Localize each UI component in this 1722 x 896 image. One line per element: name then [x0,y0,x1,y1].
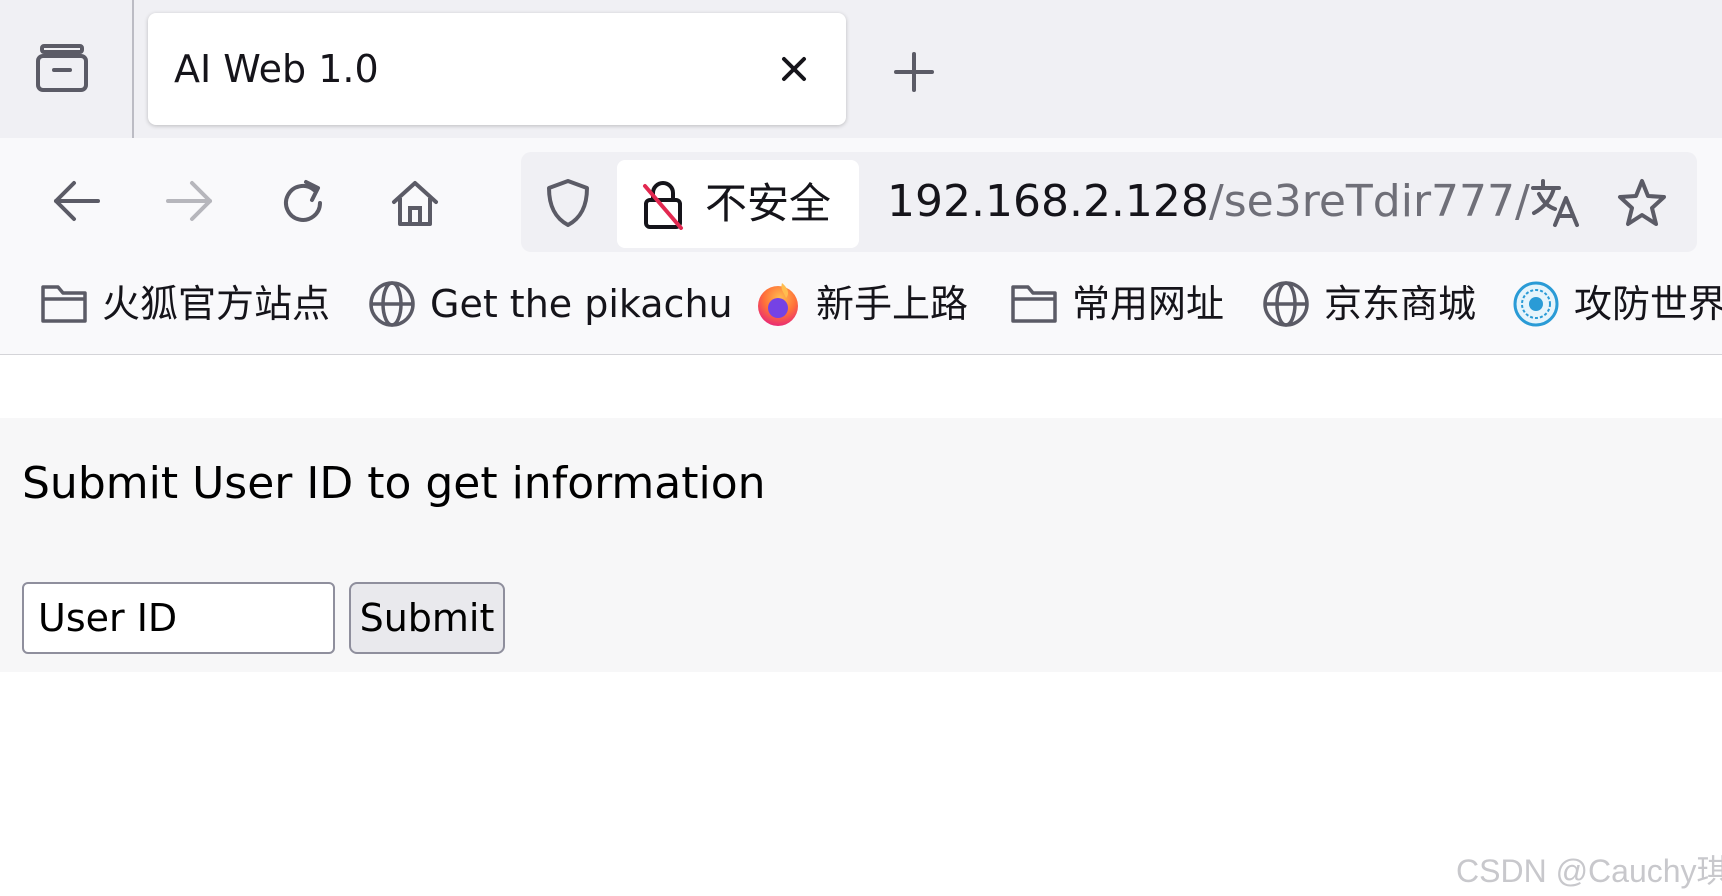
url-host: 192.168.2.128 [887,176,1209,227]
tab-list-button[interactable] [0,0,134,138]
tab-title: AI Web 1.0 [174,47,379,91]
bookmark-label: 京东商城 [1324,282,1477,326]
tracking-protection-shield-icon[interactable] [545,178,591,228]
submit-button[interactable]: Submit [349,582,505,654]
browser-window: AI Web 1.0 不安全 192.168.2.128/se3reTdir77… [0,0,1722,896]
reload-icon[interactable] [278,178,328,228]
back-arrow-icon[interactable] [52,178,102,224]
watermark: CSDN @Cauchy琪 [1456,853,1722,889]
user-id-input[interactable] [22,582,335,654]
bookmarks-toolbar: 火狐官方站点 Get the pikachu 新手上路 常用网址 京东商城 攻防… [0,260,1722,355]
bookmark-label: Get the pikachu [430,282,733,326]
security-label: 不安全 [705,179,832,228]
folder-icon [41,285,87,323]
new-tab-icon[interactable] [893,51,935,93]
url-path: /se3reTdir777/ [1208,176,1530,227]
forward-arrow-icon[interactable] [164,178,214,224]
url-text[interactable]: 192.168.2.128/se3reTdir777/ [887,152,1530,252]
bookmark-label: 新手上路 [816,282,969,326]
translate-icon[interactable] [1529,178,1581,228]
page-heading: Submit User ID to get information [22,458,766,509]
bookmark-label: 常用网址 [1072,282,1225,326]
site-logo-icon [1513,281,1559,327]
navigation-toolbar: 不安全 192.168.2.128/se3reTdir777/ [0,138,1722,260]
tab-strip: AI Web 1.0 [0,0,1722,138]
tab-active[interactable]: AI Web 1.0 [148,13,846,125]
globe-icon [369,281,415,327]
folder-icon [1011,285,1057,323]
tab-list-icon [36,44,88,92]
globe-icon [1263,281,1309,327]
close-tab-icon[interactable] [776,51,812,87]
url-bar[interactable]: 不安全 192.168.2.128/se3reTdir777/ [521,152,1697,252]
bookmark-label: 火狐官方站点 [102,282,331,326]
site-security-indicator[interactable]: 不安全 [617,160,859,248]
home-icon[interactable] [390,178,440,228]
bookmark-label: 攻防世界 [1574,282,1722,326]
page-content: Submit User ID to get information Submit [0,418,1722,672]
bookmark-star-icon[interactable] [1616,178,1668,228]
insecure-lock-icon [643,181,683,230]
firefox-icon [758,283,798,326]
